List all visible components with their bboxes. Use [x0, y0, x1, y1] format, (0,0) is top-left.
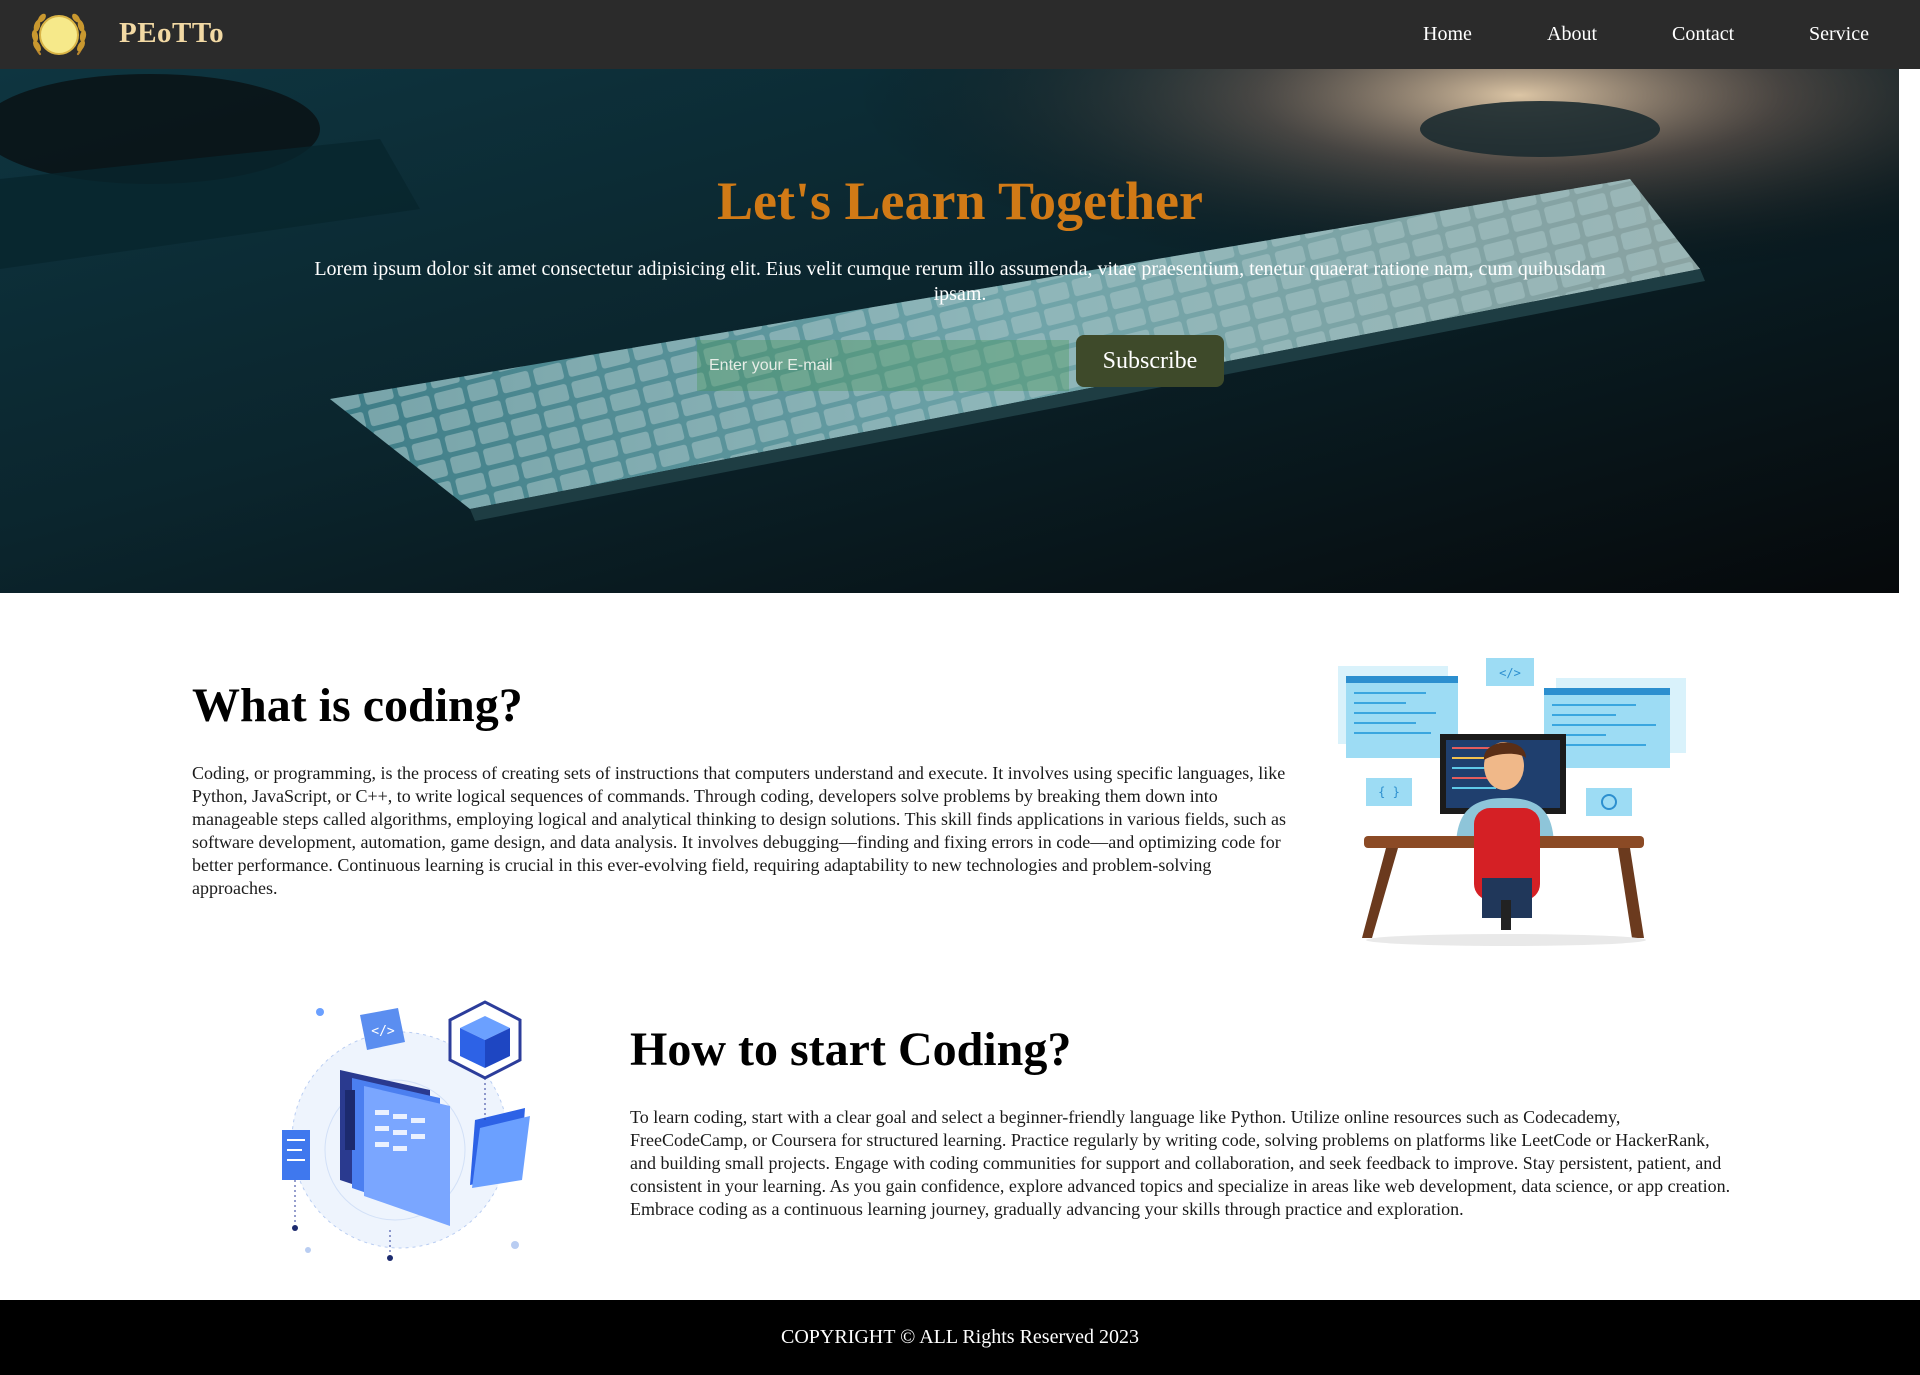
isometric-code-illustration: </> — [282, 1000, 530, 1261]
section-title-how-to-start: How to start Coding? — [630, 1023, 1072, 1076]
nav-about[interactable]: About — [1547, 23, 1597, 46]
hero-description: Lorem ipsum dolor sit amet consectetur a… — [314, 258, 1606, 305]
nav-service[interactable]: Service — [1809, 23, 1869, 46]
section-title-what-is-coding: What is coding? — [192, 679, 523, 732]
hero-section: Let's Learn Together Lorem ipsum dolor s… — [0, 69, 1899, 593]
email-input[interactable] — [697, 340, 1069, 391]
nav-home[interactable]: Home — [1423, 23, 1472, 46]
brand-name[interactable]: PEoTTo — [119, 17, 224, 50]
nav-contact[interactable]: Contact — [1672, 23, 1734, 46]
footer: COPYRIGHT © ALL Rights Reserved 2023 — [0, 1300, 1920, 1375]
hero-title: Let's Learn Together — [717, 171, 1203, 231]
subscribe-button[interactable]: Subscribe — [1076, 335, 1224, 387]
svg-text:</>: </> — [1499, 666, 1521, 680]
section-text-what-is-coding: Coding, or programming, is the process o… — [192, 763, 1286, 898]
svg-text:</>: </> — [371, 1024, 395, 1039]
navbar: PEoTTo Home About Contact Service — [0, 0, 1920, 69]
developer-at-desk-illustration: </> { } — [1338, 658, 1686, 946]
keyboard-photo — [0, 69, 1899, 593]
svg-text:{ }: { } — [1378, 785, 1400, 799]
section-text-how-to-start: To learn coding, start with a clear goal… — [630, 1107, 1731, 1219]
sun-laurel-icon[interactable] — [28, 4, 90, 66]
copyright-text: COPYRIGHT © ALL Rights Reserved 2023 — [781, 1326, 1139, 1348]
